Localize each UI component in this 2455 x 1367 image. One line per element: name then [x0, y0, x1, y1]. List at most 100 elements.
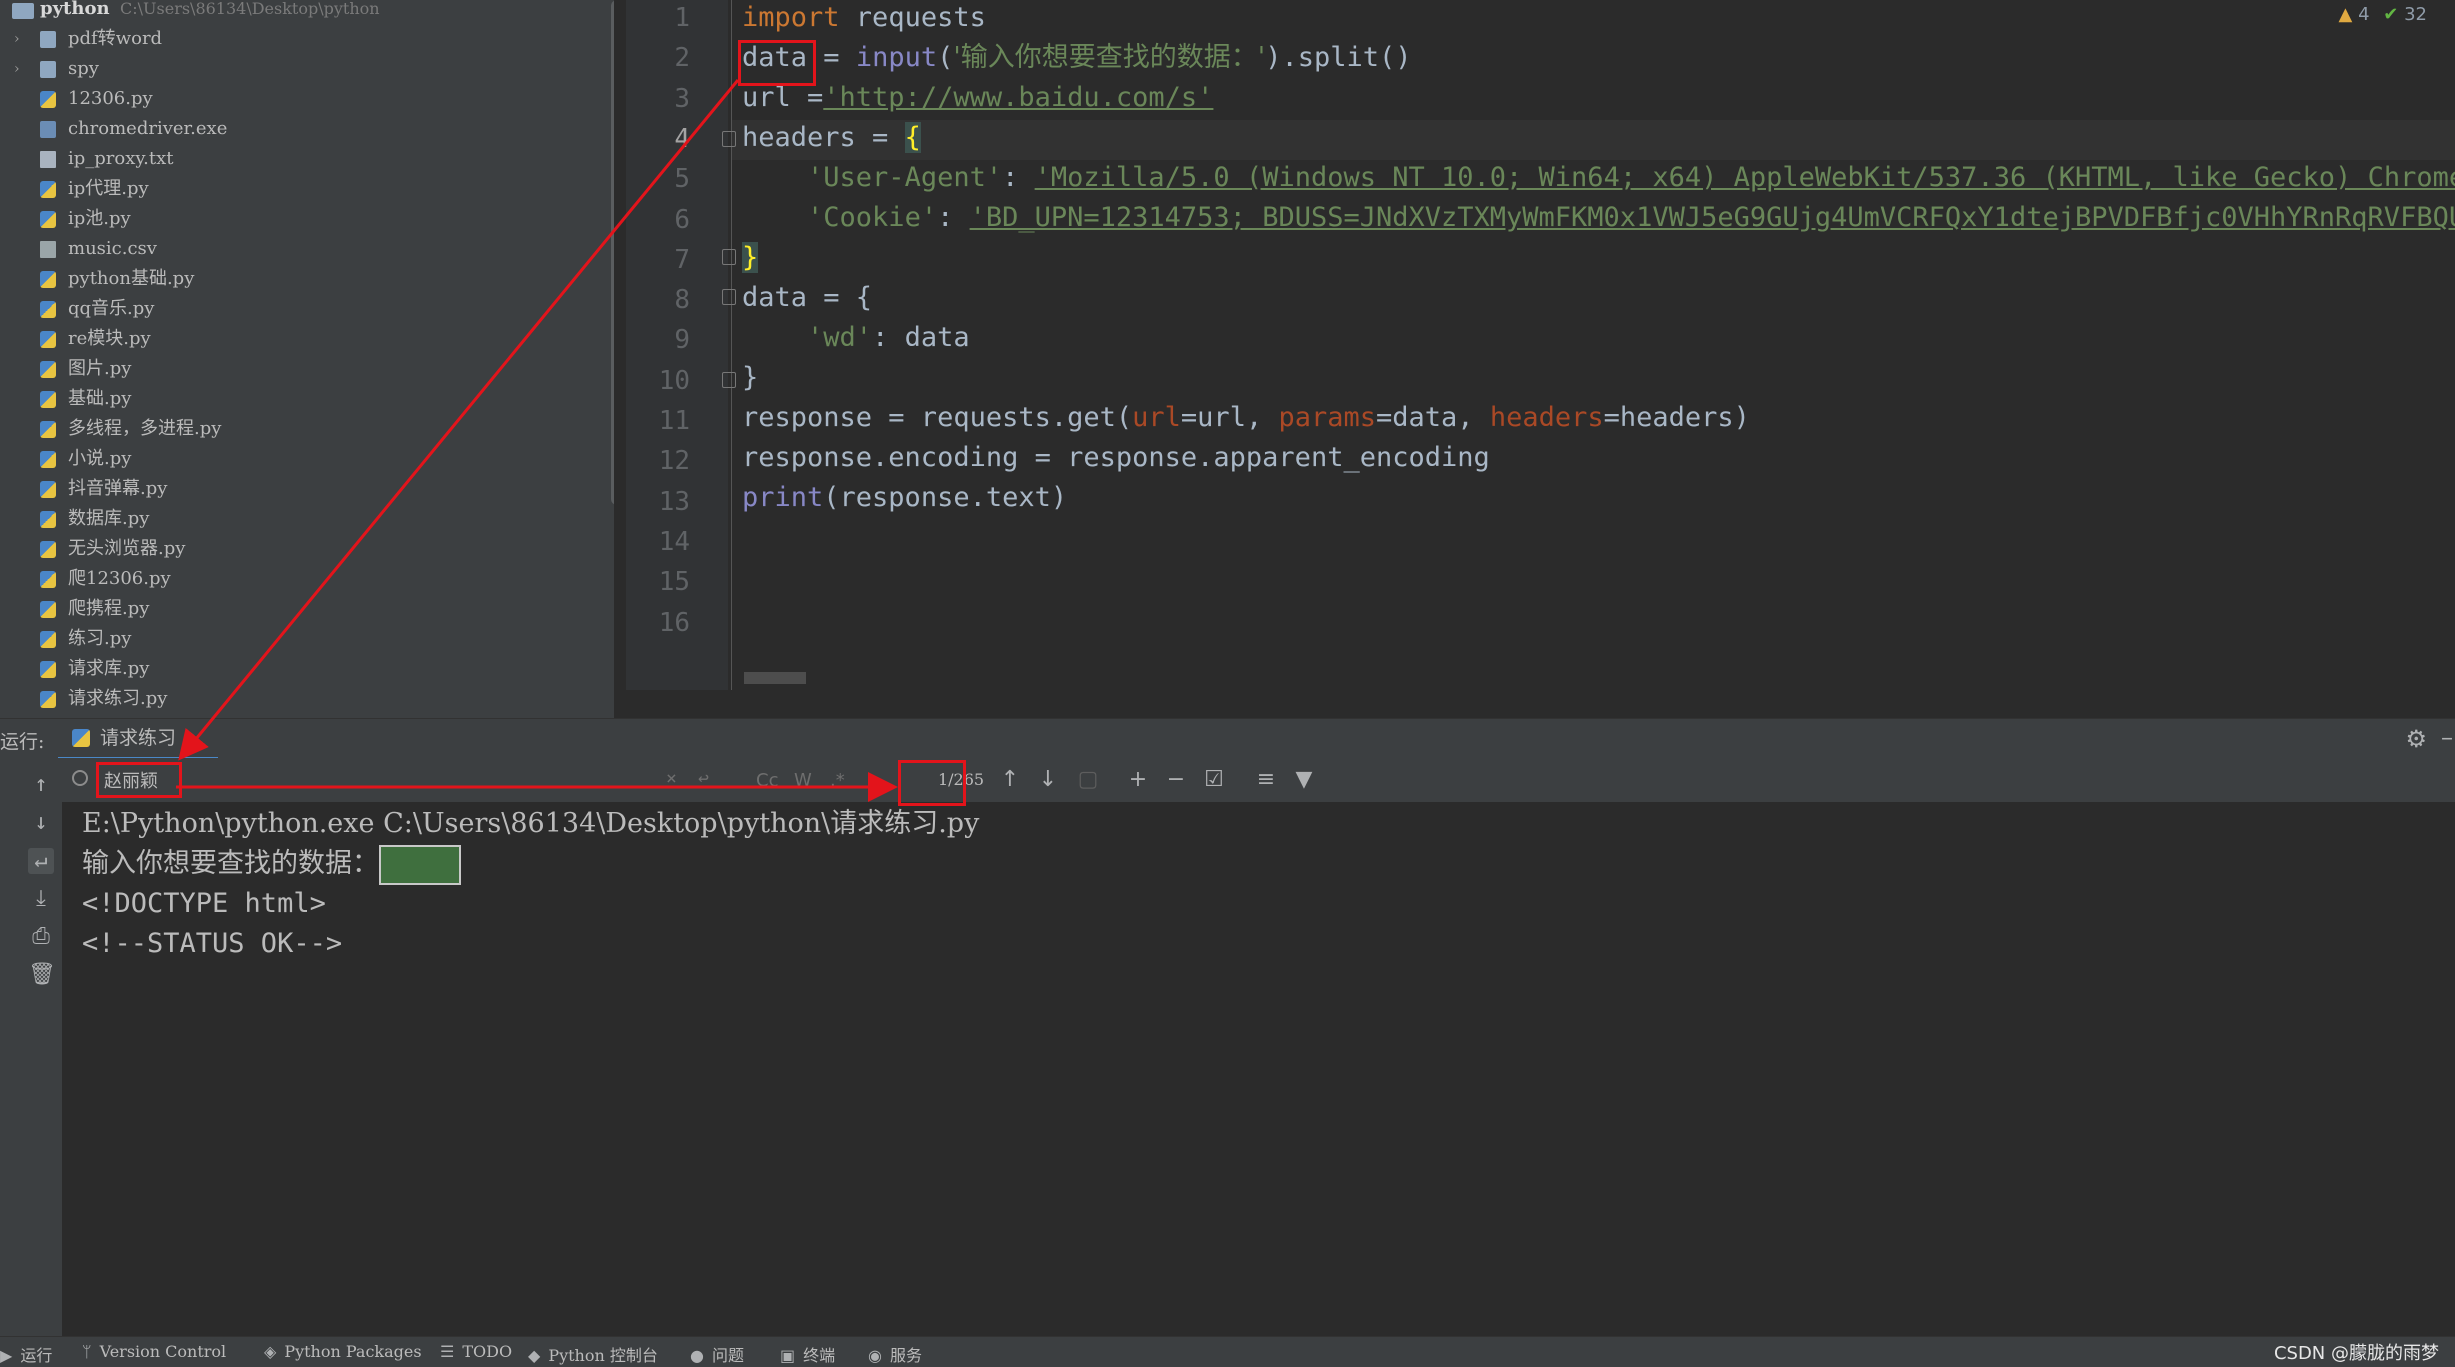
code-text: : data [872, 322, 970, 353]
line-number: 16 [658, 607, 690, 638]
line-number: 7 [674, 244, 690, 275]
project-tree-item-label: 数据库.py [68, 508, 150, 529]
python-file-icon [40, 271, 56, 288]
run-tool-button[interactable]: ▶ 运行 [0, 1342, 52, 1366]
line-number: 10 [658, 365, 690, 396]
tool-label: Python 控制台 [548, 1346, 658, 1365]
regex-toggle[interactable]: .* [830, 770, 845, 791]
project-tree-item-label: 爬12306.py [68, 568, 171, 589]
remove-occurrence-icon[interactable]: − [1162, 766, 1190, 794]
python-file-icon [40, 661, 56, 678]
folder-icon [40, 31, 56, 48]
project-tree-item-label: spy [68, 58, 99, 79]
run-tool-window-header: 运行: 请求练习 × ⚙ – [0, 718, 2455, 761]
editor-bottom-area [626, 690, 2455, 718]
chevron-right-icon[interactable]: › [14, 54, 20, 84]
project-scrollbar[interactable] [611, 0, 614, 505]
check-icon: ✔ [2383, 4, 2399, 25]
url-string[interactable]: 'http://www.baidu.com/s' [823, 82, 1213, 113]
project-tree-item-label: 请求库.py [68, 658, 150, 679]
tool-label: 服务 [889, 1346, 922, 1365]
services-button[interactable]: ◉ 服务 [868, 1342, 922, 1366]
arrow-up-icon[interactable]: ↑ [28, 772, 54, 798]
tool-label: Python Packages [284, 1342, 422, 1361]
code-text: =headers) [1603, 402, 1750, 433]
version-control-button[interactable]: ᛘ Version Control [82, 1342, 226, 1361]
soft-wrap-icon[interactable]: ↵ [28, 848, 54, 874]
project-tree-item-label: 多线程，多进程.py [68, 418, 222, 439]
scroll-to-end-icon[interactable]: ⤓ [28, 886, 54, 912]
search-icon [72, 770, 88, 786]
clear-icon[interactable]: × [666, 768, 677, 789]
match-case-toggle[interactable]: Cc [756, 770, 778, 791]
python-file-icon [40, 331, 56, 348]
code-editor[interactable]: 1 2 3 4 5 6 7 8 9 10 11 12 13 14 15 16 import requests … [626, 0, 2455, 718]
arrow-down-icon[interactable]: ↓ [28, 810, 54, 836]
python-file-icon [40, 301, 56, 318]
code-line-2: data = input('输入你想要查找的数据：').split() [742, 38, 1412, 78]
fold-marker-icon[interactable] [722, 289, 736, 305]
editor-horizontal-scrollbar[interactable] [744, 672, 806, 684]
project-root-path: C:\Users\86134\Desktop\python [120, 0, 380, 18]
watermark: CSDN @朦胧的雨梦 [2273, 1343, 2439, 1364]
python-packages-button[interactable]: ◈ Python Packages [264, 1342, 422, 1361]
fold-marker-icon[interactable] [722, 372, 736, 388]
add-occurrence-icon[interactable]: + [1124, 766, 1152, 794]
project-root-label: python [40, 0, 110, 19]
terminal-button[interactable]: ▣ 终端 [780, 1342, 835, 1366]
code-text: : [1002, 162, 1035, 193]
csv-file-icon [40, 241, 56, 258]
keyword-import: import [742, 2, 840, 33]
python-file-icon [40, 211, 56, 228]
minimize-icon[interactable]: – [2441, 723, 2453, 751]
bottom-tool-strip: ▶ 运行 ᛘ Version Control ◈ Python Packages ☰ T… [0, 1336, 2455, 1367]
toggle-selection-icon[interactable]: ☑ [1200, 766, 1228, 794]
trash-icon[interactable]: 🗑 [28, 962, 56, 988]
todo-button[interactable]: ☰ TODO [440, 1342, 512, 1361]
whole-words-toggle[interactable]: W [794, 770, 812, 791]
code-text: =data, [1376, 402, 1490, 433]
gear-icon[interactable]: ⚙ [2405, 725, 2427, 753]
new-line-icon[interactable]: ↩ [698, 768, 709, 789]
line-number: 8 [674, 285, 690, 316]
python-file-icon [40, 391, 56, 408]
print-icon[interactable]: ⎙ [28, 924, 54, 950]
code-line-4: headers = { [742, 118, 921, 158]
chevron-right-icon[interactable]: › [14, 24, 20, 54]
list-icon: ☰ [440, 1342, 455, 1361]
console-command-line: E:\Python\python.exe C:\Users\86134\Desk… [82, 808, 980, 839]
dict-key: 'Cookie' [807, 202, 938, 233]
problems-button[interactable]: ● 问题 [690, 1342, 744, 1366]
run-console-output[interactable]: E:\Python\python.exe C:\Users\86134\Desk… [62, 802, 2455, 1336]
inspection-widget[interactable]: ▲ 4 ✔ 32 [2339, 4, 2428, 25]
annotation-box-match-count [898, 760, 966, 806]
select-all-occurrences-icon[interactable]: ▢ [1074, 766, 1102, 794]
line-number: 15 [658, 567, 690, 598]
python-console-icon: ◆ [528, 1346, 541, 1365]
cookie-string: 'BD_UPN=12314753; BDUSS=JNdXVzTXMyWmFKM0… [969, 202, 2455, 233]
annotation-box-data-variable [738, 40, 816, 86]
code-text: =url, [1180, 402, 1279, 433]
matched-brace: } [742, 242, 759, 273]
python-file-icon [40, 421, 56, 438]
executable-file-icon [40, 121, 56, 138]
filter-icon[interactable]: ▼ [1290, 766, 1318, 794]
python-file-icon [40, 691, 56, 708]
filter-settings-icon[interactable]: ≡ [1252, 766, 1280, 794]
fold-marker-icon[interactable] [722, 131, 736, 147]
search-input[interactable] [102, 764, 706, 796]
weak-warning-count: 32 [2404, 4, 2427, 25]
code-text: ( [937, 42, 954, 73]
dict-key: 'wd' [807, 322, 873, 353]
close-icon[interactable]: × [188, 727, 204, 749]
previous-occurrence-icon[interactable]: ↑ [996, 766, 1024, 794]
fold-marker-icon[interactable] [722, 249, 736, 265]
code-text: url = [742, 82, 824, 113]
code-text: requests [839, 2, 986, 33]
python-console-button[interactable]: ◆ Python 控制台 [528, 1342, 658, 1366]
python-file-icon [40, 631, 56, 648]
line-number: 9 [674, 325, 690, 356]
folder-icon [12, 3, 34, 19]
run-tab[interactable]: 请求练习 × [58, 719, 218, 761]
next-occurrence-icon[interactable]: ↓ [1034, 766, 1062, 794]
